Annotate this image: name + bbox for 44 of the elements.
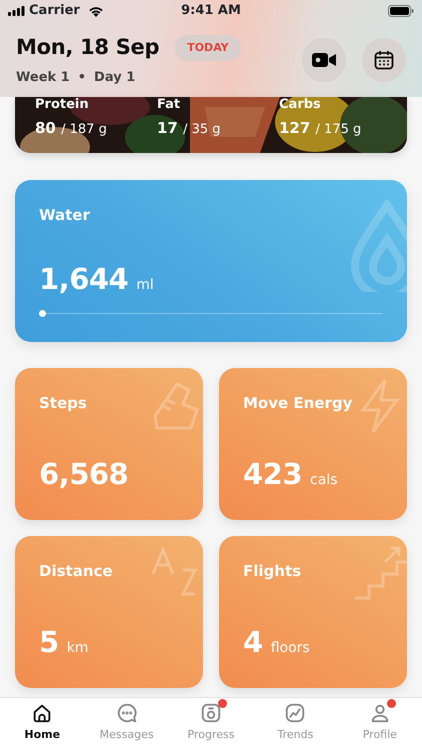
macro-name: Fat — [157, 98, 182, 113]
status-time: 9:41 AM — [181, 2, 241, 20]
metric-value: 423 — [243, 456, 302, 492]
wifi-icon — [88, 6, 104, 16]
day-label: Day 1 — [94, 68, 136, 86]
video-camera-button[interactable] — [302, 38, 346, 82]
separator-dot: • — [78, 68, 86, 86]
chat-icon — [116, 702, 138, 724]
metric-value: 4 — [243, 624, 263, 660]
date-title: Mon, 18 Sep — [16, 34, 160, 61]
calendar-button[interactable] — [362, 38, 406, 82]
person-icon — [368, 702, 391, 724]
metric-value: 6,568 — [39, 456, 128, 492]
calendar-icon — [374, 50, 394, 70]
metric-value: 5 — [39, 624, 59, 660]
tab-item[interactable]: Messages — [84, 698, 169, 750]
card-title: Flights — [242, 561, 302, 582]
card-title: Distance — [38, 561, 114, 582]
signal-icon — [8, 6, 25, 16]
water-amount: 1,644 — [39, 260, 128, 298]
video-camera-icon — [312, 52, 336, 68]
unit-label: km — [66, 638, 88, 658]
macro-name: Carbs — [279, 98, 322, 113]
camera-icon — [200, 702, 222, 724]
tab-item[interactable]: Trends — [253, 698, 338, 750]
macro-name: Protein — [35, 98, 90, 113]
today-badge: TODAY — [175, 34, 241, 61]
slider-thumb[interactable] — [39, 310, 46, 317]
unit-label: cals — [310, 470, 338, 490]
tab-item[interactable]: Profile — [338, 698, 422, 750]
chart-icon — [284, 702, 306, 724]
unit-label: ml — [136, 276, 154, 294]
card-title: Water — [38, 205, 91, 226]
card-title: Steps — [38, 393, 88, 414]
unit-label: floors — [270, 638, 310, 658]
carrier-name: Carrier — [29, 2, 80, 20]
tab-item[interactable]: Progress — [168, 698, 254, 750]
card-title: Move Energy — [242, 393, 354, 414]
battery-icon — [388, 5, 414, 17]
macro-value: 127 / 175 g — [279, 118, 362, 139]
macro-value: 17 / 35 g — [157, 118, 222, 139]
week-label: Week 1 — [16, 68, 70, 86]
tab-item[interactable]: Home — [0, 698, 84, 750]
home-icon — [31, 702, 54, 724]
